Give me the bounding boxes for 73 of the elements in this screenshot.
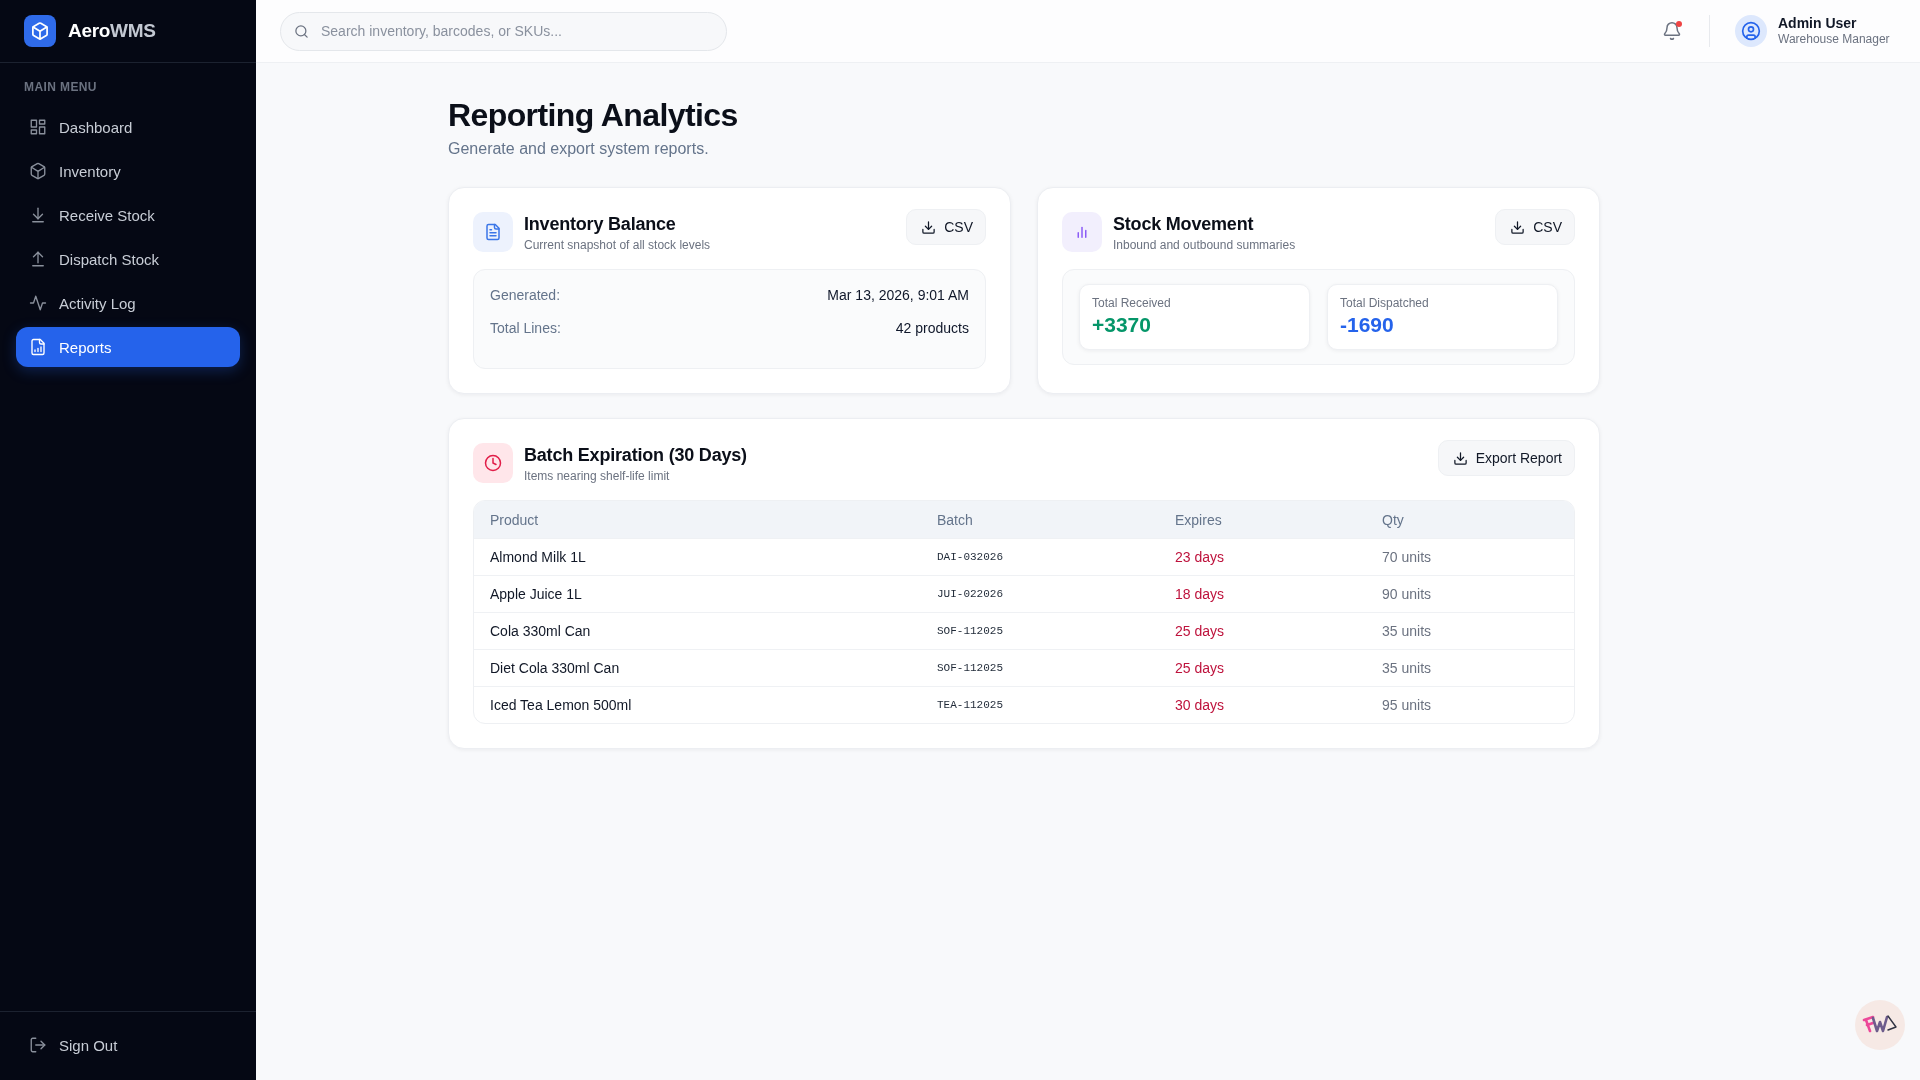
nav-item[interactable]: Dashboard (16, 107, 240, 147)
export-button[interactable]: Export Report (1437, 440, 1575, 476)
sign-out-button[interactable]: Sign Out (16, 1025, 240, 1065)
card-subtitle: Inbound and outbound summaries (1113, 237, 1297, 253)
bell-icon[interactable] (1662, 21, 1682, 41)
card-title: Stock Movement (1113, 213, 1255, 235)
arrow-down-icon (29, 206, 47, 224)
product-cell: Almond Milk 1L (474, 538, 921, 575)
download-icon (1510, 219, 1526, 235)
quantity-cell: 95 units (1366, 686, 1574, 723)
stat-value: -1690 (1340, 313, 1395, 337)
sign-out-icon (29, 1036, 47, 1054)
product-cell: Iced Tea Lemon 500ml (474, 686, 921, 723)
stat-label: Total Dispatched (1340, 295, 1430, 311)
expiry-cell: 23 days (1159, 538, 1366, 575)
user-name: Admin User (1778, 15, 1858, 32)
document-icon (473, 212, 513, 252)
quantity-cell: 35 units (1366, 649, 1574, 686)
product-cell: Diet Cola 330ml Can (474, 649, 921, 686)
avatar-icon[interactable] (1735, 15, 1767, 47)
arrow-up-icon (29, 250, 47, 268)
card-title: Inventory Balance (524, 213, 677, 235)
quantity-cell: 90 units (1366, 575, 1574, 612)
expiry-cell: 25 days (1159, 649, 1366, 686)
batch-cell: TEA-112025 (921, 686, 1159, 723)
column-header: Product (474, 501, 921, 538)
card-subtitle: Items nearing shelf-life limit (524, 468, 671, 484)
download-icon (921, 219, 937, 235)
csv-button[interactable]: CSV (1495, 209, 1575, 245)
grid-icon (29, 118, 47, 136)
batch-cell: SOF-112025 (921, 649, 1159, 686)
stat-value: +3370 (1092, 313, 1152, 337)
expiry-cell: 25 days (1159, 612, 1366, 649)
nav-item[interactable]: Reports (16, 327, 240, 367)
cube-logo-icon (24, 15, 56, 47)
nav-item[interactable]: Receive Stock (16, 195, 240, 235)
bar-chart-icon (1062, 212, 1102, 252)
section-label: MAIN MENU (23, 80, 98, 94)
card-title: Batch Expiration (30 Days) (524, 444, 748, 466)
page-subtitle: Generate and export system reports. (448, 139, 710, 159)
expiry-cell: 30 days (1159, 686, 1366, 723)
batch-cell: DAI-032026 (921, 538, 1159, 575)
product-cell: Cola 330ml Can (474, 612, 921, 649)
batch-cell: JUI-022026 (921, 575, 1159, 612)
stat-label: Total Received (1092, 295, 1172, 311)
nav-item[interactable]: Dispatch Stock (16, 239, 240, 279)
clock-icon (473, 443, 513, 483)
logo-badge-icon[interactable] (1855, 1000, 1905, 1050)
field-value: Mar 13, 2026, 9:01 AM (827, 286, 969, 305)
page-title: Reporting Analytics (448, 96, 739, 135)
brand-name: AeroWMS (68, 20, 156, 42)
expiry-cell: 18 days (1159, 575, 1366, 612)
batch-cell: SOF-112025 (921, 612, 1159, 649)
search-field[interactable]: Search inventory, barcodes, or SKUs... (280, 11, 727, 51)
column-header: Expires (1159, 501, 1366, 538)
nav-item[interactable]: Activity Log (16, 283, 240, 323)
field-value: 42 products (895, 319, 969, 338)
card-subtitle: Current snapshot of all stock levels (524, 237, 712, 253)
column-header: Qty (1366, 501, 1574, 538)
nav-item[interactable]: Inventory (16, 151, 240, 191)
column-header: Batch (921, 501, 1159, 538)
field-label: Total Lines: (490, 319, 561, 338)
report-icon (29, 338, 47, 356)
csv-button[interactable]: CSV (906, 209, 986, 245)
quantity-cell: 35 units (1366, 612, 1574, 649)
search-icon (294, 23, 309, 39)
download-icon (1452, 450, 1468, 466)
user-role: Warehouse Manager (1778, 32, 1891, 47)
quantity-cell: 70 units (1366, 538, 1574, 575)
product-cell: Apple Juice 1L (474, 575, 921, 612)
box-icon (29, 162, 47, 180)
pulse-icon (29, 294, 47, 312)
field-label: Generated: (490, 286, 561, 305)
